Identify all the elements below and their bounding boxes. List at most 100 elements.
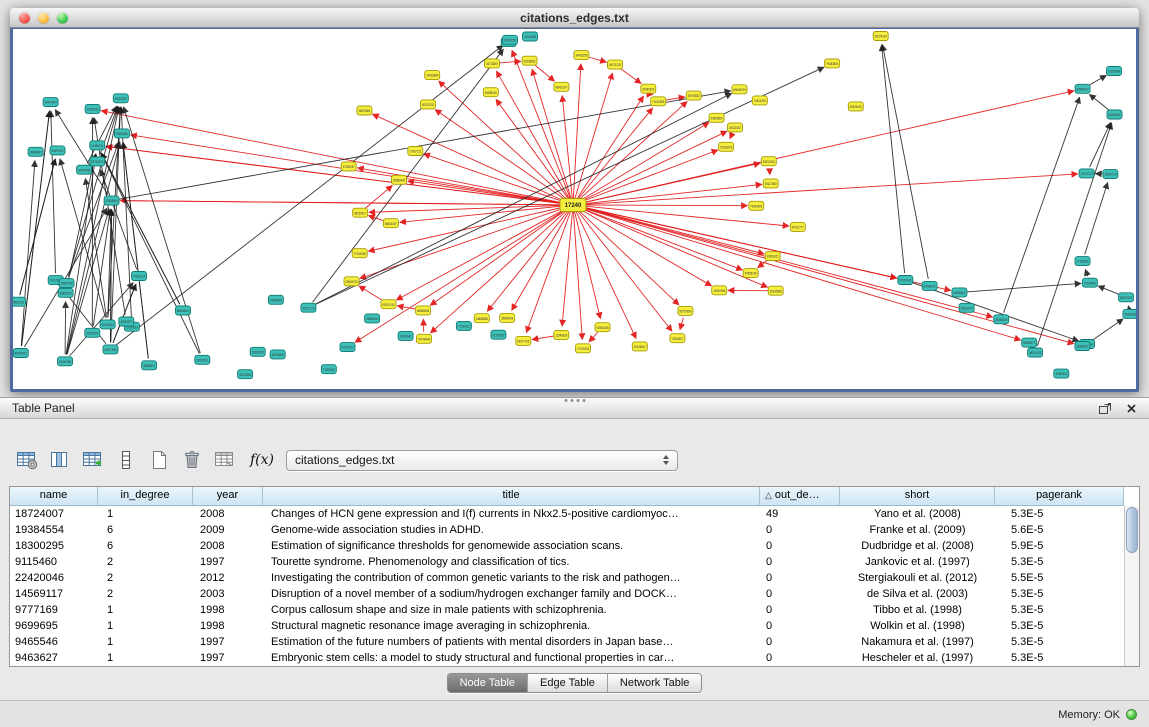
graph-node[interactable]: 95959238 xyxy=(1123,309,1136,318)
tab-network-table[interactable]: Network Table xyxy=(608,674,702,692)
select-columns-icon[interactable] xyxy=(47,447,73,473)
graph-node[interactable]: 21496714 xyxy=(90,141,105,150)
graph-node[interactable]: 94906348 xyxy=(77,165,92,174)
close-button[interactable] xyxy=(19,12,30,23)
column-header-year[interactable]: year xyxy=(193,487,263,505)
graph-node[interactable]: 42904377 xyxy=(119,317,134,326)
graph-node[interactable]: 60471234 xyxy=(608,60,623,69)
graph-node[interactable]: 12328594 xyxy=(104,196,119,205)
delete-table-icon[interactable] xyxy=(179,447,205,473)
table-row[interactable]: 2242004622012Investigating the contribut… xyxy=(10,570,1124,586)
graph-node[interactable]: 19908239 xyxy=(85,104,100,113)
zoom-button[interactable] xyxy=(57,12,68,23)
graph-node[interactable]: 54556106 xyxy=(743,269,758,278)
graph-node[interactable]: 79383804 xyxy=(825,59,840,68)
graph-node[interactable]: 92950255 xyxy=(595,323,610,332)
graph-node[interactable]: 95757896 xyxy=(678,306,693,315)
column-header-out_degree[interactable]: △out_de… xyxy=(760,487,840,505)
graph-node[interactable]: 74694953 xyxy=(749,201,764,210)
graph-node[interactable]: 63869157 xyxy=(1075,84,1090,93)
table-functions-icon[interactable] xyxy=(80,447,106,473)
graph-node[interactable]: 48574103 xyxy=(1028,348,1043,357)
table-settings-icon[interactable] xyxy=(14,447,40,473)
graph-node[interactable]: 40591700 xyxy=(344,277,359,286)
table-row[interactable]: 969969511998Structural magnetic resonanc… xyxy=(10,618,1124,634)
row-selector-icon[interactable] xyxy=(113,447,139,473)
graph-node[interactable]: 53266676 xyxy=(250,347,265,356)
table-row[interactable]: 1456911722003Disruption of a novel membe… xyxy=(10,586,1124,602)
graph-node[interactable]: 64786192 xyxy=(922,281,937,290)
graph-node[interactable]: 65490201 xyxy=(13,349,28,358)
graph-node[interactable]: 31011720 xyxy=(301,303,316,312)
float-panel-icon[interactable] xyxy=(1098,402,1112,415)
graph-node[interactable]: 83446162 xyxy=(1107,110,1122,119)
vertical-scrollbar[interactable] xyxy=(1124,506,1139,666)
graph-node[interactable]: 58724164 xyxy=(873,32,888,41)
graph-node[interactable]: 47621124 xyxy=(132,272,147,281)
graph-node[interactable]: 58159517 xyxy=(353,208,368,217)
graph-node[interactable]: 69238692 xyxy=(522,56,537,65)
graph-node[interactable]: 72784256 xyxy=(352,249,367,258)
graph-node[interactable]: 44587910 xyxy=(1054,369,1069,378)
graph-node[interactable]: 39950321 xyxy=(765,252,780,261)
graph-node[interactable]: 73314527 xyxy=(670,334,685,343)
window-titlebar[interactable]: citations_edges.txt xyxy=(10,8,1139,28)
graph-node[interactable]: 86815167 xyxy=(383,219,398,228)
graph-node[interactable]: 10930720 xyxy=(1103,170,1118,179)
column-header-short[interactable]: short xyxy=(840,487,995,505)
graph-node[interactable]: 83865020 xyxy=(994,315,1009,324)
minimize-button[interactable] xyxy=(38,12,49,23)
graph-node[interactable]: 25883657 xyxy=(142,361,157,370)
graph-node[interactable]: 17240 xyxy=(560,199,586,212)
graph-node[interactable]: 52485926 xyxy=(641,84,656,93)
graph-node[interactable]: 33887878 xyxy=(59,279,74,288)
graph-node[interactable]: 24865858 xyxy=(474,314,489,323)
graph-node[interactable]: 93088190 xyxy=(483,88,498,97)
graph-node[interactable]: 39759052 xyxy=(686,91,701,100)
graph-node[interactable]: 74641205 xyxy=(752,96,767,105)
graph-node[interactable]: 11548318 xyxy=(554,330,569,339)
splitter-handle-icon[interactable] xyxy=(564,399,585,402)
import-table-icon[interactable] xyxy=(212,447,238,473)
column-header-pagerank[interactable]: pagerank xyxy=(995,487,1124,505)
table-row[interactable]: 977716911998Corpus callosum shape and si… xyxy=(10,602,1124,618)
column-header-name[interactable]: name xyxy=(10,487,98,505)
graph-node[interactable]: 14721710 xyxy=(1079,169,1094,178)
graph-node[interactable]: 79016649 xyxy=(1082,278,1097,287)
new-table-icon[interactable] xyxy=(146,447,172,473)
column-header-title[interactable]: title xyxy=(263,487,760,505)
graph-node[interactable]: 51229255 xyxy=(503,35,518,44)
graph-node[interactable]: 34010167 xyxy=(728,123,743,132)
graph-node[interactable]: 63925420 xyxy=(848,102,863,111)
graph-node[interactable]: 29831974 xyxy=(959,303,974,312)
table-row[interactable]: 1938455462009Genome-wide association stu… xyxy=(10,522,1124,538)
graph-node[interactable]: 95297140 xyxy=(381,300,396,309)
graph-node[interactable]: 17195542 xyxy=(1075,257,1090,266)
graph-node[interactable]: 37670145 xyxy=(898,276,913,285)
graph-node[interactable]: 29802665 xyxy=(114,129,129,138)
table-row[interactable]: 911546021997Tourette syndrome. Phenomeno… xyxy=(10,554,1124,570)
tab-node-table[interactable]: Node Table xyxy=(448,674,528,692)
graph-node[interactable]: 24602644 xyxy=(365,314,380,323)
graph-node[interactable]: 19091956 xyxy=(712,286,727,295)
close-panel-icon[interactable] xyxy=(1126,403,1137,414)
graph-node[interactable]: 52932583 xyxy=(768,286,783,295)
graph-node[interactable]: 36678081 xyxy=(357,106,372,115)
graph-node[interactable]: 59497394 xyxy=(43,98,58,107)
graph-node[interactable]: 92161305 xyxy=(100,320,115,329)
graph-node[interactable]: 17709233 xyxy=(576,344,591,353)
graph-node[interactable]: 97983257 xyxy=(341,162,356,171)
graph-node[interactable]: 82796253 xyxy=(491,330,506,339)
graph-node[interactable]: 33665044 xyxy=(500,313,515,322)
graph-node[interactable]: 71612852 xyxy=(651,97,666,106)
graph-node[interactable]: 83959616 xyxy=(58,288,73,297)
graph-node[interactable]: 60066814 xyxy=(952,288,967,297)
graph-node[interactable]: 35214284 xyxy=(238,370,253,379)
graph-node[interactable]: 82743271 xyxy=(90,157,105,166)
graph-node[interactable]: 98227001 xyxy=(1119,293,1134,302)
graph-node[interactable]: 70478449 xyxy=(417,334,432,343)
graph-node[interactable]: 25328203 xyxy=(719,142,734,151)
graph-node[interactable]: 53317054 xyxy=(103,345,118,354)
graph-node[interactable]: 25198947 xyxy=(632,342,647,351)
graph-node[interactable]: 36689842 xyxy=(28,147,43,156)
